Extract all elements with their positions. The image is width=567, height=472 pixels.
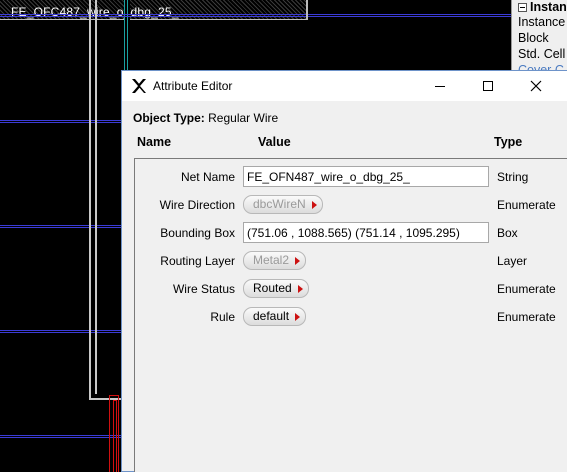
dropdown-arrow-icon (297, 285, 303, 293)
close-icon (530, 80, 542, 92)
attribute-row-bounding-box: Bounding Box (751.06 , 1088.565) (751.14… (135, 222, 567, 244)
selected-wire-left (89, 0, 91, 400)
attribute-row-rule: Rule default Enumerate (135, 306, 567, 328)
routing-layer-label: Routing Layer (160, 254, 235, 268)
instance-tree-header[interactable]: Instan (512, 0, 567, 14)
wire-direction-value: dbcWireN (253, 197, 306, 211)
attribute-row-net-name: Net Name FE_OFN487_wire_o_dbg_25_ String (135, 166, 567, 188)
bounding-box-type: Box (497, 226, 518, 240)
highlight-edge (306, 0, 308, 20)
bounding-box-label: Bounding Box (160, 226, 235, 240)
red-wire-segment (113, 400, 117, 472)
maximize-icon (483, 81, 493, 91)
metal-track (0, 14, 567, 17)
dropdown-arrow-icon (311, 201, 317, 209)
wire-status-dropdown[interactable]: Routed (243, 279, 309, 298)
rule-type: Enumerate (497, 310, 556, 324)
close-button[interactable] (513, 71, 559, 101)
side-item-std-cell[interactable]: Std. Cell (512, 46, 567, 62)
net-name-label: Net Name (180, 170, 235, 184)
wire-direction-type: Enumerate (497, 198, 556, 212)
attribute-editor-dialog: Attribute Editor Object Type: Regular Wi… (121, 70, 567, 472)
collapse-icon[interactable] (518, 2, 527, 12)
minimize-button[interactable] (417, 71, 463, 101)
object-type-label: Object Type: (133, 111, 205, 125)
dialog-title: Attribute Editor (153, 79, 233, 93)
column-header-type: Type (494, 135, 523, 149)
net-name-field[interactable]: FE_OFN487_wire_o_dbg_25_ (243, 166, 489, 187)
wire-status-value: Routed (253, 281, 292, 295)
minimize-icon (435, 85, 445, 87)
wire-direction-label: Wire Direction (159, 198, 235, 212)
dropdown-arrow-icon (295, 257, 301, 265)
column-header-name: Name (137, 135, 172, 149)
rule-value: default (253, 309, 290, 323)
rule-label: Rule (210, 310, 235, 324)
routing-layer-value: Metal2 (253, 253, 290, 267)
side-item-instance[interactable]: Instance (512, 14, 567, 30)
routing-layer-dropdown[interactable]: Metal2 (243, 251, 307, 270)
attribute-row-wire-direction: Wire Direction dbcWireN Enumerate (135, 194, 567, 216)
object-type-value: Regular Wire (208, 111, 279, 125)
side-item-block[interactable]: Block (512, 30, 567, 46)
attribute-row-wire-status: Wire Status Routed Enumerate (135, 278, 567, 300)
attribute-grid: Net Name FE_OFN487_wire_o_dbg_25_ String… (134, 158, 567, 472)
attribute-row-routing-layer: Routing Layer Metal2 Layer (135, 250, 567, 272)
wire-status-type: Enumerate (497, 282, 556, 296)
instance-panel: Instan Instance Block Std. Cell Cover C (511, 0, 567, 80)
dialog-titlebar[interactable]: Attribute Editor (122, 71, 567, 101)
maximize-button[interactable] (465, 71, 511, 101)
rule-dropdown[interactable]: default (243, 307, 307, 326)
net-name-type: String (497, 170, 529, 184)
teal-wire-segment (124, 0, 130, 70)
bounding-box-field[interactable]: (751.06 , 1088.565) (751.14 , 1095.295) (243, 222, 489, 243)
column-header-value: Value (258, 135, 291, 149)
wire-direction-dropdown[interactable]: dbcWireN (243, 195, 323, 214)
wire-status-label: Wire Status (172, 282, 235, 296)
x-logo-icon (132, 79, 146, 93)
selected-wire-right (95, 0, 97, 394)
object-type: Object Type: Regular Wire (133, 111, 278, 125)
dropdown-arrow-icon (295, 313, 301, 321)
routing-layer-type: Layer (497, 254, 528, 268)
